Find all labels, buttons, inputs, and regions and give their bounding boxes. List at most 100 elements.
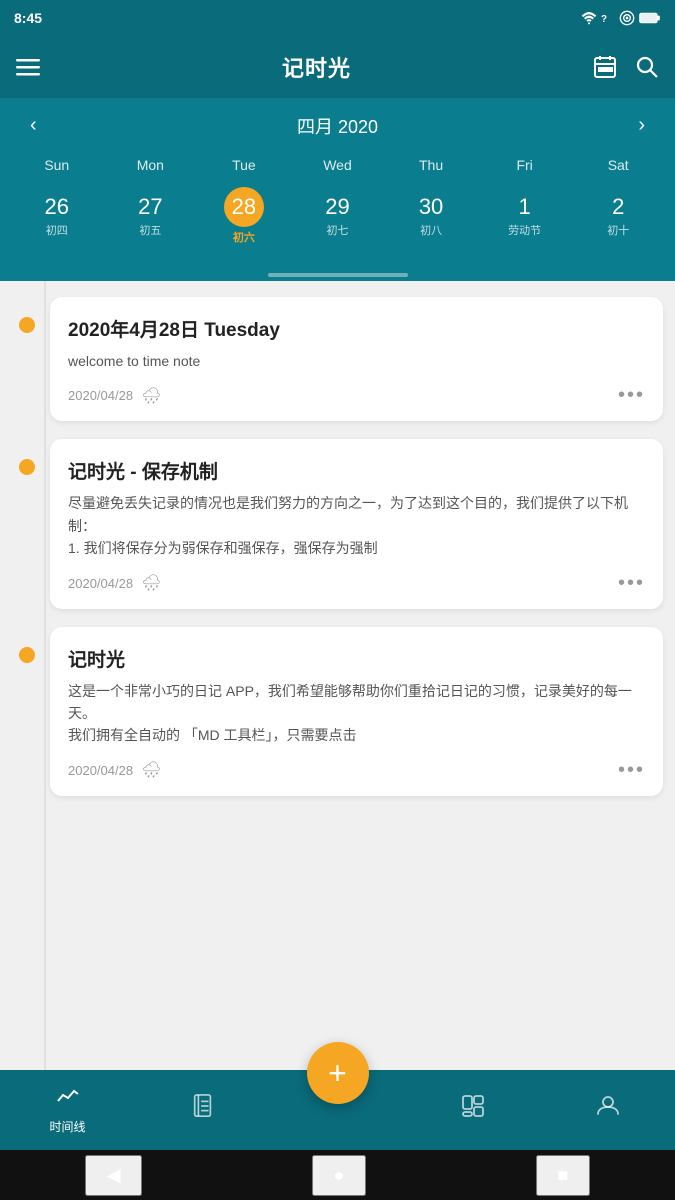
day-number-28: 28 [224, 187, 264, 227]
note-date-0: 2020/04/28 [68, 388, 133, 403]
note-more-button-2[interactable]: ••• [618, 759, 645, 782]
timeline-entry-1: 记时光 - 保存机制尽量避免丢失记录的情况也是我们努力的方向之一，为了达到这个目… [50, 439, 663, 608]
weekday-tue: Tue [197, 157, 291, 173]
status-bar: 8:45 ? [0, 0, 675, 36]
fab-container: + [307, 1042, 369, 1104]
note-footer-0: 2020/04/28 🌧 ••• [68, 384, 645, 407]
day-number-2: 2 [612, 194, 624, 220]
notebook-icon [192, 1094, 214, 1124]
note-more-button-1[interactable]: ••• [618, 572, 645, 595]
note-emoji-2: 🌧 [141, 760, 161, 780]
timeline-line [44, 281, 46, 1070]
svg-text:?: ? [601, 14, 607, 25]
calendar-section: ‹ 四月 2020 › Sun Mon Tue Wed Thu Fri Sat … [0, 98, 675, 265]
recent-button[interactable]: ■ [536, 1155, 591, 1196]
home-button[interactable]: ● [312, 1155, 367, 1196]
status-time: 8:45 [14, 10, 42, 26]
calendar-day-28[interactable]: 28初六 [197, 181, 291, 251]
note-emoji-1: 🌧 [141, 573, 161, 593]
search-icon [635, 55, 659, 79]
note-body-1: 尽量避免丢失记录的情况也是我们努力的方向之一，为了达到这个目的，我们提供了以下机… [68, 492, 645, 559]
notebook-svg-icon [192, 1094, 214, 1118]
note-body-0: welcome to time note [68, 350, 645, 372]
day-number-26: 26 [45, 194, 69, 220]
note-meta-2: 2020/04/28 🌧 [68, 760, 161, 780]
calendar-day-27[interactable]: 27 初五 [104, 181, 198, 251]
weekday-fri: Fri [478, 157, 572, 173]
weekday-wed: Wed [291, 157, 385, 173]
day-lunar-30: 初八 [420, 222, 442, 238]
weekday-mon: Mon [104, 157, 198, 173]
fab-plus-icon: + [328, 1055, 347, 1092]
hamburger-icon [16, 55, 40, 79]
app-bar: 记时光 [0, 36, 675, 98]
note-meta-0: 2020/04/28 🌧 [68, 386, 161, 406]
timeline-svg-icon [56, 1085, 80, 1109]
timeline-entry-2: 记时光 这是一个非常小巧的日记 APP，我们希望能够帮助你们重拾记日记的习惯，记… [50, 627, 663, 796]
battery-icon [639, 12, 661, 24]
day-number-30: 30 [419, 194, 443, 220]
timeline-dot-1 [19, 459, 35, 475]
next-month-button[interactable]: › [628, 110, 655, 141]
note-footer-1: 2020/04/28 🌧 ••• [68, 572, 645, 595]
day-number-27: 27 [138, 194, 162, 220]
calendar-button[interactable] [593, 55, 617, 79]
note-more-button-0[interactable]: ••• [618, 384, 645, 407]
nav-timeline[interactable]: 时间线 [0, 1085, 135, 1135]
menu-button[interactable] [16, 55, 40, 79]
timeline-dot-2 [19, 647, 35, 663]
fab-add-button[interactable]: + [307, 1042, 369, 1104]
day-lunar-1: 劳动节 [508, 222, 541, 238]
note-meta-1: 2020/04/28 🌧 [68, 573, 161, 593]
calendar-day-30[interactable]: 30 初八 [384, 181, 478, 251]
prev-month-button[interactable]: ‹ [20, 110, 47, 141]
note-date-1: 2020/04/28 [68, 576, 133, 591]
nav-profile[interactable] [540, 1094, 675, 1127]
day-number-29: 29 [325, 194, 349, 220]
calendar-month-label: 四月 2020 [297, 113, 378, 139]
search-button[interactable] [635, 55, 659, 79]
wifi-icon [581, 11, 597, 25]
day-lunar-27: 初五 [139, 222, 161, 238]
calendar-day-29[interactable]: 29 初七 [291, 181, 385, 251]
note-emoji-0: 🌧 [141, 386, 161, 406]
nav-themes[interactable] [405, 1094, 540, 1127]
notes-container: 2020年4月28日 Tuesday welcome to time note 20… [50, 297, 663, 796]
profile-svg-icon [596, 1094, 620, 1118]
note-footer-2: 2020/04/28 🌧 ••• [68, 759, 645, 782]
note-card-2: 记时光 这是一个非常小巧的日记 APP，我们希望能够帮助你们重拾记日记的习惯，记… [50, 627, 663, 796]
day-lunar-2: 初十 [607, 222, 629, 238]
weekday-sat: Sat [571, 157, 665, 173]
note-body-2: 这是一个非常小巧的日记 APP，我们希望能够帮助你们重拾记日记的习惯，记录美好的… [68, 680, 645, 747]
calendar-icon [593, 55, 617, 79]
nav-notebook[interactable] [135, 1094, 270, 1127]
status-icons: ? [581, 10, 661, 26]
timeline-content: 2020年4月28日 Tuesday welcome to time note 20… [0, 281, 675, 1070]
timeline-icon [56, 1085, 80, 1115]
weekday-thu: Thu [384, 157, 478, 173]
day-number-1: 1 [519, 194, 531, 220]
profile-icon [596, 1094, 620, 1124]
day-lunar-26: 初四 [46, 222, 68, 238]
calendar-header: ‹ 四月 2020 › [0, 98, 675, 153]
calendar-day-26[interactable]: 26 初四 [10, 181, 104, 251]
back-button[interactable]: ◀ [85, 1155, 143, 1196]
day-lunar-29: 初七 [326, 222, 348, 238]
signal-icon: ? [601, 11, 615, 25]
nav-timeline-label: 时间线 [49, 1118, 85, 1135]
calendar-day-2[interactable]: 2 初十 [571, 181, 665, 251]
note-title-2: 记时光 [68, 645, 645, 672]
calendar-day-1[interactable]: 1 劳动节 [478, 181, 572, 251]
note-card-1: 记时光 - 保存机制尽量避免丢失记录的情况也是我们努力的方向之一，为了达到这个目… [50, 439, 663, 608]
weekday-sun: Sun [10, 157, 104, 173]
system-nav: ◀ ● ■ [0, 1150, 675, 1200]
note-title-0: 2020年4月28日 Tuesday [68, 315, 645, 342]
timeline-dot-0 [19, 317, 35, 333]
themes-svg-icon [461, 1094, 485, 1118]
bottom-nav: 时间线 + [0, 1070, 675, 1150]
scroll-indicator [0, 265, 675, 281]
calendar-weekdays: Sun Mon Tue Wed Thu Fri Sat [0, 153, 675, 177]
timeline-entry-0: 2020年4月28日 Tuesday welcome to time note 20… [50, 297, 663, 421]
note-title-1: 记时光 - 保存机制 [68, 457, 645, 484]
note-date-2: 2020/04/28 [68, 763, 133, 778]
